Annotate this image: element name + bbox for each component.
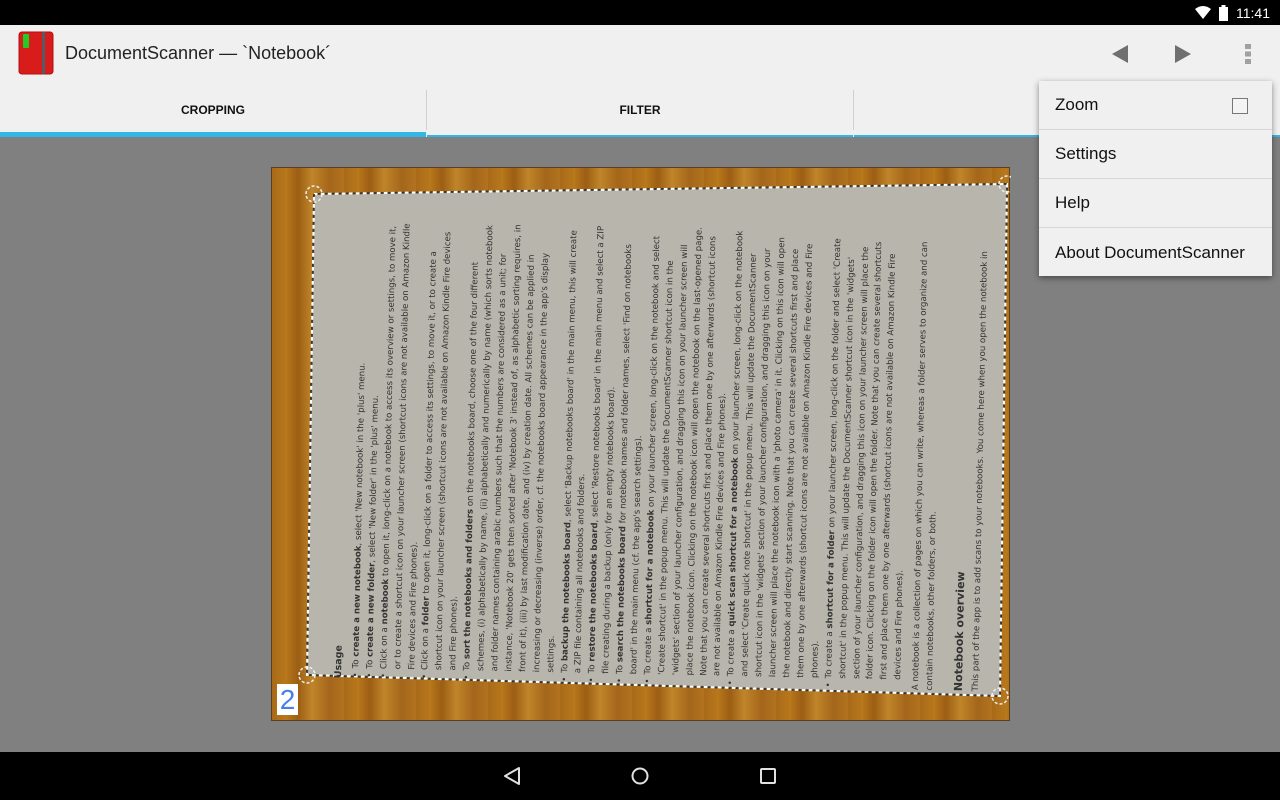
doc-bold-run: create a new notebook (351, 545, 364, 657)
tab-label: CROPPING (180, 102, 245, 117)
doc-text-run: To (559, 660, 570, 673)
menu-item-settings[interactable]: Settings (1039, 130, 1272, 179)
menu-item-about[interactable]: About DocumentScanner (1039, 228, 1272, 277)
doc-list-item: To create a shortcut for a notebook on y… (642, 225, 735, 687)
doc-text-run: , select 'New folder' in the 'plus' menu… (367, 395, 381, 563)
doc-text-run: , select 'New notebook' in the 'plus' me… (353, 362, 368, 546)
doc-bold-run: shortcut for a folder (824, 530, 837, 629)
next-page-button[interactable] (1155, 25, 1211, 82)
tab-filter[interactable]: FILTER (427, 82, 853, 137)
doc-list-item: To create a quick scan shortcut for a no… (725, 226, 832, 688)
menu-item-help[interactable]: Help (1039, 179, 1272, 228)
doc-text-run: on your launcher screen, long-click on t… (826, 238, 906, 680)
doc-text-run: To create a (823, 628, 835, 679)
home-icon (631, 767, 649, 785)
overflow-menu: Zoom Settings Help About DocumentScanner (1039, 81, 1272, 276)
doc-list-item: To sort the notebooks and folders on the… (461, 221, 568, 683)
menu-item-label: Help (1055, 193, 1090, 212)
doc-text-run: To create a (643, 624, 655, 675)
doc-bold-run: restore the notebooks board (587, 522, 601, 662)
menu-item-label: Settings (1055, 144, 1117, 163)
recents-icon (760, 768, 776, 784)
wifi-icon (1195, 6, 1211, 19)
doc-bold-run: create a new folder (365, 562, 378, 658)
more-vert-icon (1245, 43, 1251, 64)
doc-text-run: To create a (726, 626, 738, 677)
zoom-checkbox[interactable] (1232, 98, 1248, 114)
doc-list-item: To create a shortcut for a folder on you… (823, 228, 916, 690)
notebook-icon[interactable] (18, 31, 54, 75)
doc-bold-run: notebook (379, 578, 391, 625)
page-number: 2 (277, 684, 298, 715)
menu-item-label: Zoom (1055, 95, 1099, 114)
menu-item-label: About DocumentScanner (1055, 242, 1245, 262)
doc-text-run: To (587, 661, 598, 674)
action-bar: DocumentScanner — `Notebook´ (0, 25, 1280, 82)
doc-bold-run: sort the notebooks and folders (462, 508, 476, 660)
doc-text-run: on your launcher screen, long-click on t… (646, 226, 729, 677)
back-icon (504, 767, 520, 785)
doc-text-run: To (351, 656, 362, 669)
app-title: DocumentScanner — `Notebook´ (65, 43, 332, 63)
doc-text-run: on the notebooks board, choose one of th… (465, 224, 557, 673)
tab-label: FILTER (619, 102, 661, 117)
doc-bold-run: backup the notebooks board (559, 521, 573, 662)
doc-text-run: To (365, 656, 376, 669)
doc-bold-run: shortcut for a notebook (644, 509, 657, 625)
navigation-bar (0, 752, 1280, 800)
previous-page-button[interactable] (1092, 25, 1148, 82)
tab-cropping[interactable]: CROPPING (0, 82, 426, 137)
triangle-right-icon (1175, 44, 1191, 63)
overflow-menu-button[interactable] (1220, 25, 1276, 82)
doc-text-run: Click on a (420, 625, 432, 671)
doc-paragraph: A notebook is a collection of pages on w… (911, 241, 939, 691)
clock: 11:41 (1236, 4, 1270, 21)
menu-item-zoom[interactable]: Zoom (1039, 81, 1272, 130)
back-button[interactable] (482, 752, 542, 800)
doc-text-run: on your launcher screen, long-click on t… (731, 230, 821, 679)
doc-bold-run: search the notebooks board (615, 525, 629, 663)
doc-bold-run: folder (421, 596, 433, 626)
doc-item-list: To create a new notebook, select 'New no… (350, 218, 916, 690)
document-text: Usage To create a new notebook, select '… (332, 218, 990, 691)
recents-button[interactable] (738, 752, 798, 800)
doc-text-run: Click on a (378, 624, 390, 670)
status-bar: 11:41 (0, 0, 1280, 25)
home-button[interactable] (610, 752, 670, 800)
triangle-left-icon (1112, 44, 1128, 63)
doc-bold-run: quick scan shortcut for a notebook (727, 457, 742, 627)
doc-text-run: To (615, 662, 626, 675)
scanned-photo: Usage To create a new notebook, select '… (271, 167, 1011, 721)
doc-text-run: To (462, 658, 473, 671)
battery-icon (1219, 4, 1228, 21)
